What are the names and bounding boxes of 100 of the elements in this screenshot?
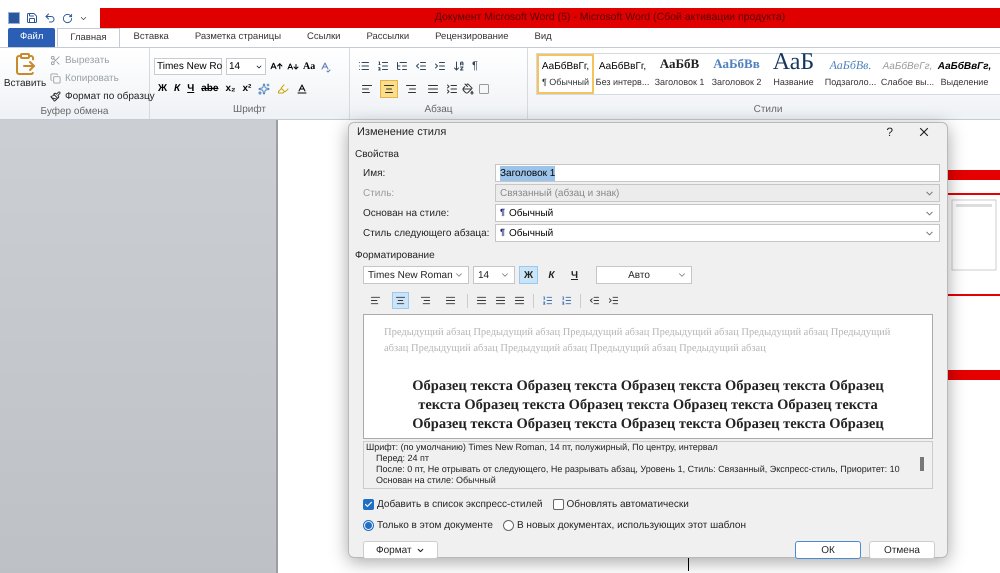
ribbon-tab[interactable]: Главная bbox=[57, 28, 120, 47]
style-item[interactable]: АаБбВ Заголовок 1 bbox=[651, 54, 708, 94]
ribbon-tab[interactable]: Рецензирование bbox=[423, 28, 520, 47]
radio-button[interactable] bbox=[363, 520, 374, 531]
style-item[interactable]: АаБ Название bbox=[765, 54, 822, 94]
align-right-icon bbox=[420, 295, 431, 306]
align-left-icon bbox=[361, 82, 373, 94]
paintbrush-icon bbox=[50, 90, 61, 102]
ribbon-tab[interactable]: Ссылки bbox=[295, 28, 352, 47]
decrease-indent-icon[interactable] bbox=[589, 295, 600, 306]
scrollbar-thumb[interactable] bbox=[920, 457, 924, 471]
font-color-select[interactable]: Авто bbox=[596, 266, 692, 284]
section-label: Форматирование bbox=[355, 249, 436, 263]
radio-button[interactable] bbox=[502, 520, 514, 531]
file-tab[interactable]: Файл bbox=[8, 28, 56, 47]
section-label: Свойства bbox=[355, 148, 400, 162]
description-line: Перед: 24 пт bbox=[375, 453, 430, 464]
checkbox-label: Добавить в список экспресс-стилей bbox=[377, 498, 542, 512]
description-line: После: 0 пт, Не отрывать от следующего, Не разрывать абзац, Уровень 1, Стиль: Связанный, Экспресс-стиль, Приоритет: 10 bbox=[375, 464, 900, 475]
radio-label: Только в этом документе bbox=[377, 519, 493, 533]
clipboard-icon bbox=[13, 52, 37, 76]
font-select[interactable]: Times New Roman bbox=[363, 266, 469, 284]
borders-icon[interactable] bbox=[478, 82, 490, 94]
decrease-indent-icon[interactable] bbox=[415, 60, 427, 72]
field-label: Стиль: bbox=[363, 186, 396, 200]
sample-text-line: текста Образец текста Образец текста Образец текста Образец текста bbox=[418, 396, 878, 415]
font-field[interactable]: Times New Ro bbox=[154, 58, 222, 75]
window-title: Документ Microsoft Word (5) - Microsoft Word (Сбой активации продукта) bbox=[434, 10, 786, 26]
help-button[interactable]: ? bbox=[886, 123, 893, 141]
clipboard-command[interactable]: Формат по образцу bbox=[50, 88, 155, 104]
field-label: Основан на стиле: bbox=[363, 206, 450, 220]
font-style-button[interactable]: К bbox=[542, 266, 561, 284]
paste-button[interactable]: Вставить bbox=[4, 52, 46, 104]
shrink-font-icon[interactable] bbox=[287, 60, 299, 72]
font-size-select[interactable]: 14 bbox=[473, 266, 515, 284]
description-line: Шрифт: (по умолчанию) Times New Roman, 14 пт, полужирный, По центру, интервал bbox=[366, 442, 718, 453]
style-item[interactable]: АаБбВвГг, Выделение bbox=[936, 54, 993, 94]
format-menu-button[interactable]: Формат bbox=[363, 541, 438, 559]
font-style-button[interactable]: Ч bbox=[565, 266, 584, 284]
font-size-field[interactable]: 14 bbox=[226, 58, 266, 75]
font-style-button[interactable]: Ж bbox=[519, 266, 538, 284]
multilevel-list-icon[interactable] bbox=[396, 60, 408, 72]
pilcrow-icon: ¶ bbox=[500, 226, 506, 240]
align-center-icon bbox=[383, 82, 395, 94]
increase-indent-icon[interactable] bbox=[608, 295, 619, 306]
align-button[interactable] bbox=[392, 292, 409, 309]
checkbox[interactable] bbox=[363, 499, 374, 510]
clear-format-icon[interactable] bbox=[319, 60, 332, 72]
copy-icon bbox=[50, 72, 61, 84]
align-button[interactable] bbox=[380, 80, 398, 98]
radio-label: В новых документах, использующих этот шаблон bbox=[516, 519, 746, 533]
group-label: Буфер обмена bbox=[40, 105, 110, 119]
undo-icon[interactable] bbox=[44, 12, 56, 24]
align-justify-icon bbox=[445, 295, 456, 306]
ribbon-tab[interactable]: Разметка страницы bbox=[182, 28, 294, 47]
ribbon-tab[interactable]: Вид bbox=[522, 28, 564, 47]
ribbon-tab[interactable]: Рассылки bbox=[354, 28, 422, 47]
pilcrow-icon: ¶ bbox=[500, 206, 506, 220]
save-icon[interactable] bbox=[26, 12, 38, 24]
sample-text-line: Образец текста Образец текста Образец текста Образец текста Образец bbox=[412, 415, 884, 434]
scissors-icon bbox=[50, 54, 61, 66]
group-label: Стили bbox=[752, 103, 784, 117]
dialog-title: Изменение стиля bbox=[357, 124, 446, 140]
format-button[interactable]: Ч bbox=[187, 81, 194, 96]
sample-text-line: Образец текста Образец текста Образец текста Образец текста Образец bbox=[412, 377, 884, 396]
text-cursor bbox=[688, 557, 689, 571]
format-button[interactable]: К bbox=[174, 81, 180, 96]
cancel-button[interactable]: Отмена bbox=[869, 541, 935, 559]
name-field[interactable]: Заголовок 1 bbox=[495, 164, 940, 182]
format-button[interactable]: Ж bbox=[158, 81, 168, 96]
group-label: Шрифт bbox=[232, 103, 267, 117]
format-button[interactable]: abe bbox=[201, 81, 218, 96]
ribbon-tab[interactable]: Вставка bbox=[122, 28, 181, 47]
style-item[interactable]: АаБбВеГг, Слабое вы... bbox=[879, 54, 936, 94]
align-right-icon bbox=[405, 82, 417, 94]
change-case-button[interactable]: Aa bbox=[303, 59, 316, 74]
ok-button[interactable]: ОК bbox=[795, 541, 861, 559]
font-color-icon[interactable] bbox=[296, 82, 308, 94]
checkbox[interactable] bbox=[552, 499, 564, 510]
align-center-icon bbox=[395, 295, 406, 306]
numbering-icon[interactable] bbox=[377, 60, 389, 72]
group-label: Абзац bbox=[423, 103, 454, 117]
style-select[interactable]: ¶ Обычный bbox=[495, 224, 940, 242]
style-item[interactable]: АаБбВв Заголовок 2 bbox=[708, 54, 765, 94]
style-item[interactable]: АаБбВвГг, ¶ Обычный bbox=[537, 54, 594, 94]
format-button[interactable]: x₂ bbox=[225, 81, 236, 96]
shading-icon[interactable] bbox=[462, 82, 474, 94]
sort-icon[interactable] bbox=[453, 60, 465, 72]
style-item[interactable]: АаБбВвГг, Без интерв... bbox=[594, 54, 651, 94]
field-label: Стиль следующего абзаца: bbox=[363, 226, 490, 240]
close-button[interactable] bbox=[917, 125, 931, 139]
show-marks-button[interactable]: ¶ bbox=[472, 58, 478, 74]
align-justify-icon bbox=[427, 82, 439, 94]
format-button[interactable]: x² bbox=[242, 81, 252, 96]
text-effects-icon[interactable] bbox=[258, 82, 270, 94]
style-select[interactable]: ¶ Обычный bbox=[495, 204, 940, 222]
redo-icon[interactable] bbox=[62, 12, 73, 24]
checkbox-label: Обновлять автоматически bbox=[566, 498, 689, 512]
increase-indent-icon[interactable] bbox=[434, 60, 446, 72]
style-item[interactable]: АаБбВв. Подзаголо... bbox=[822, 54, 879, 94]
